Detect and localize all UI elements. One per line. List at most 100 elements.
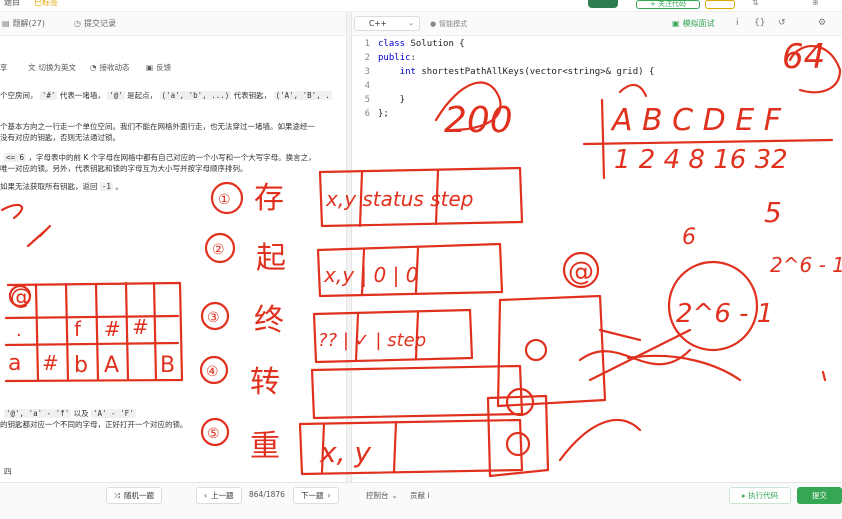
code-token: Solution { bbox=[410, 39, 465, 49]
description-line: 唯一对应的锁。另外，代表钥匙和锁的字母互为大小写并按字母顺序排列。 bbox=[0, 164, 248, 173]
line-number: 2 bbox=[364, 53, 370, 63]
chevron-down-icon: ⌄ bbox=[391, 491, 398, 500]
braces-icon[interactable]: {} bbox=[754, 18, 765, 28]
step-word: 重 bbox=[250, 429, 280, 464]
grid-cell: # bbox=[104, 317, 121, 341]
code-line[interactable]: 2 public: bbox=[352, 52, 416, 64]
editor-toolbar: C++ ⌄ ● 智能模式 ▣ 模拟面试 i {} ↺ ⚙ bbox=[352, 12, 842, 36]
tab-solutions[interactable]: ▤ 题解(27) bbox=[2, 18, 45, 29]
code-line[interactable]: 1 class Solution { bbox=[352, 38, 465, 50]
code-line[interactable]: 5 } bbox=[352, 94, 406, 106]
document-icon: ▤ bbox=[2, 19, 10, 28]
share-label: 享 bbox=[0, 63, 8, 72]
grid-cell: f bbox=[74, 317, 82, 341]
line-number: 4 bbox=[364, 81, 370, 91]
chevron-down-icon: ⌄ bbox=[408, 19, 414, 27]
smart-mode-label: 智能模式 bbox=[439, 20, 468, 28]
language-value: C++ bbox=[369, 19, 387, 28]
grid-cell: b bbox=[74, 353, 88, 378]
smart-mode-toggle[interactable]: ● 智能模式 bbox=[430, 19, 467, 29]
problem-tabs: ▤ 题解(27) ◷ 提交记录 bbox=[0, 12, 346, 36]
subscribe-label: 接收动态 bbox=[99, 63, 130, 72]
line-number: 3 bbox=[364, 67, 370, 77]
contribute-link[interactable]: 贡献 i bbox=[410, 490, 429, 501]
grid-cell: a bbox=[8, 351, 21, 376]
console-toggle[interactable]: 控制台 ⌄ bbox=[366, 490, 398, 501]
step-number: ② bbox=[212, 242, 225, 258]
tab-submissions[interactable]: ◷ 提交记录 bbox=[74, 18, 116, 29]
random-label: 随机一题 bbox=[124, 491, 154, 500]
description-line: 没有对应的钥匙，否则无法通过锁。 bbox=[0, 133, 120, 142]
code-token: shortestPathAllKeys(vector<string>& grid… bbox=[421, 67, 655, 77]
tagged-tab[interactable]: 已标签 bbox=[34, 0, 58, 8]
clock-icon: ◷ bbox=[74, 19, 81, 28]
step-word: 起 bbox=[256, 241, 286, 276]
feedback-button[interactable]: ▣ 反馈 bbox=[146, 62, 171, 73]
sort-icon[interactable]: ⇅ bbox=[752, 0, 759, 7]
problem-tab[interactable]: 题目 bbox=[4, 0, 20, 8]
reset-icon[interactable]: ↺ bbox=[778, 18, 786, 28]
info-icon[interactable]: i bbox=[736, 18, 739, 28]
line-number: 6 bbox=[364, 109, 370, 119]
description-line: <= 6 ，字母表中的前 K 个字母在网格中都有自己对应的一个小写和一个大写字母… bbox=[4, 153, 316, 162]
chevron-left-icon: ‹ bbox=[204, 491, 207, 500]
random-problem-button[interactable]: ⤨ 随机一题 bbox=[106, 487, 162, 504]
grid-cell: @ bbox=[10, 285, 32, 310]
follow-code-button[interactable]: + 关注代码 bbox=[636, 0, 700, 9]
step-number: ③ bbox=[207, 310, 220, 326]
prev-label: 上一题 bbox=[211, 491, 234, 500]
next-problem-button[interactable]: 下一题 › bbox=[293, 487, 339, 504]
code-token: class bbox=[378, 39, 411, 49]
premium-button[interactable] bbox=[705, 0, 735, 9]
add-icon[interactable]: ⊕ bbox=[812, 0, 819, 7]
console-label: 控制台 bbox=[366, 491, 389, 500]
code-token: : bbox=[410, 53, 416, 63]
mock-interview-button[interactable]: ▣ 模拟面试 bbox=[672, 18, 715, 29]
code-line[interactable]: 4 bbox=[352, 80, 378, 92]
prev-problem-button[interactable]: ‹ 上一题 bbox=[196, 487, 242, 504]
code-token: public bbox=[378, 53, 411, 63]
toggle-dot-icon: ● bbox=[430, 20, 437, 28]
grid-cell: # bbox=[42, 351, 59, 375]
next-label: 下一题 bbox=[301, 491, 324, 500]
subscribe-button[interactable]: ◔ 接收动态 bbox=[90, 62, 130, 73]
code-line[interactable]: 6}; bbox=[352, 108, 389, 120]
feedback-icon: ▣ bbox=[146, 63, 154, 72]
language-select[interactable]: C++ ⌄ bbox=[354, 16, 420, 31]
bell-icon: ◔ bbox=[90, 63, 97, 72]
translate-button[interactable]: 文 切换为英文 bbox=[28, 62, 76, 73]
code-token: int bbox=[399, 67, 422, 77]
run-code-button[interactable]: ▸ 执行代码 bbox=[729, 487, 791, 504]
problem-counter: 864/1876 bbox=[249, 490, 285, 499]
mock-interview-icon: ▣ bbox=[672, 19, 680, 28]
description-line: 的钥匙都对应一个不同的字母，正好打开一个对应的锁。 bbox=[0, 420, 188, 429]
submit-button[interactable]: 提交 bbox=[797, 487, 842, 504]
run-label: 执行代码 bbox=[748, 491, 779, 500]
grid-cell: # bbox=[132, 315, 149, 339]
grid-cell: . bbox=[16, 320, 22, 341]
translate-label: 切换为英文 bbox=[38, 63, 77, 72]
chevron-right-icon: › bbox=[327, 491, 331, 500]
settings-icon[interactable]: ⚙ bbox=[818, 18, 826, 28]
translate-icon: 文 bbox=[28, 63, 36, 72]
code-token: }; bbox=[378, 109, 389, 119]
grid-cell: B bbox=[160, 353, 175, 378]
description-line: 四 bbox=[4, 467, 12, 476]
step-word: 转 bbox=[250, 365, 280, 400]
step-word: 终 bbox=[254, 303, 284, 338]
share-button[interactable]: 享 bbox=[0, 62, 8, 73]
code-line[interactable]: 3 int shortestPathAllKeys(vector<string>… bbox=[352, 66, 655, 78]
code-editor[interactable]: 1 class Solution { 2 public: 3 int shortestP… bbox=[352, 36, 842, 476]
description-line: 如果无法获取所有钥匙，返回 -1 。 bbox=[0, 182, 123, 191]
problem-actions: 享 文 切换为英文 ◔ 接收动态 ▣ 反馈 bbox=[0, 58, 346, 74]
top-strip: 题目 已标签 + 关注代码 ⇅ ⊕ bbox=[0, 0, 842, 12]
description-line: 个空房间， '#' 代表一堵墙， '@' 是起点， ('a', 'b', ...… bbox=[0, 91, 332, 100]
description-line: '@', 'a' - 'f' 以及 'A' - 'F' bbox=[4, 409, 136, 418]
mock-interview-label: 模拟面试 bbox=[682, 19, 715, 28]
tab-label: 提交记录 bbox=[83, 19, 116, 28]
step-circles bbox=[199, 181, 244, 447]
bottom-bar: ⤨ 随机一题 ‹ 上一题 864/1876 下一题 › 控制台 ⌄ 贡献 i ▸… bbox=[0, 482, 842, 519]
line-number: 1 bbox=[364, 39, 370, 49]
tab-label: 题解(27) bbox=[12, 19, 45, 28]
